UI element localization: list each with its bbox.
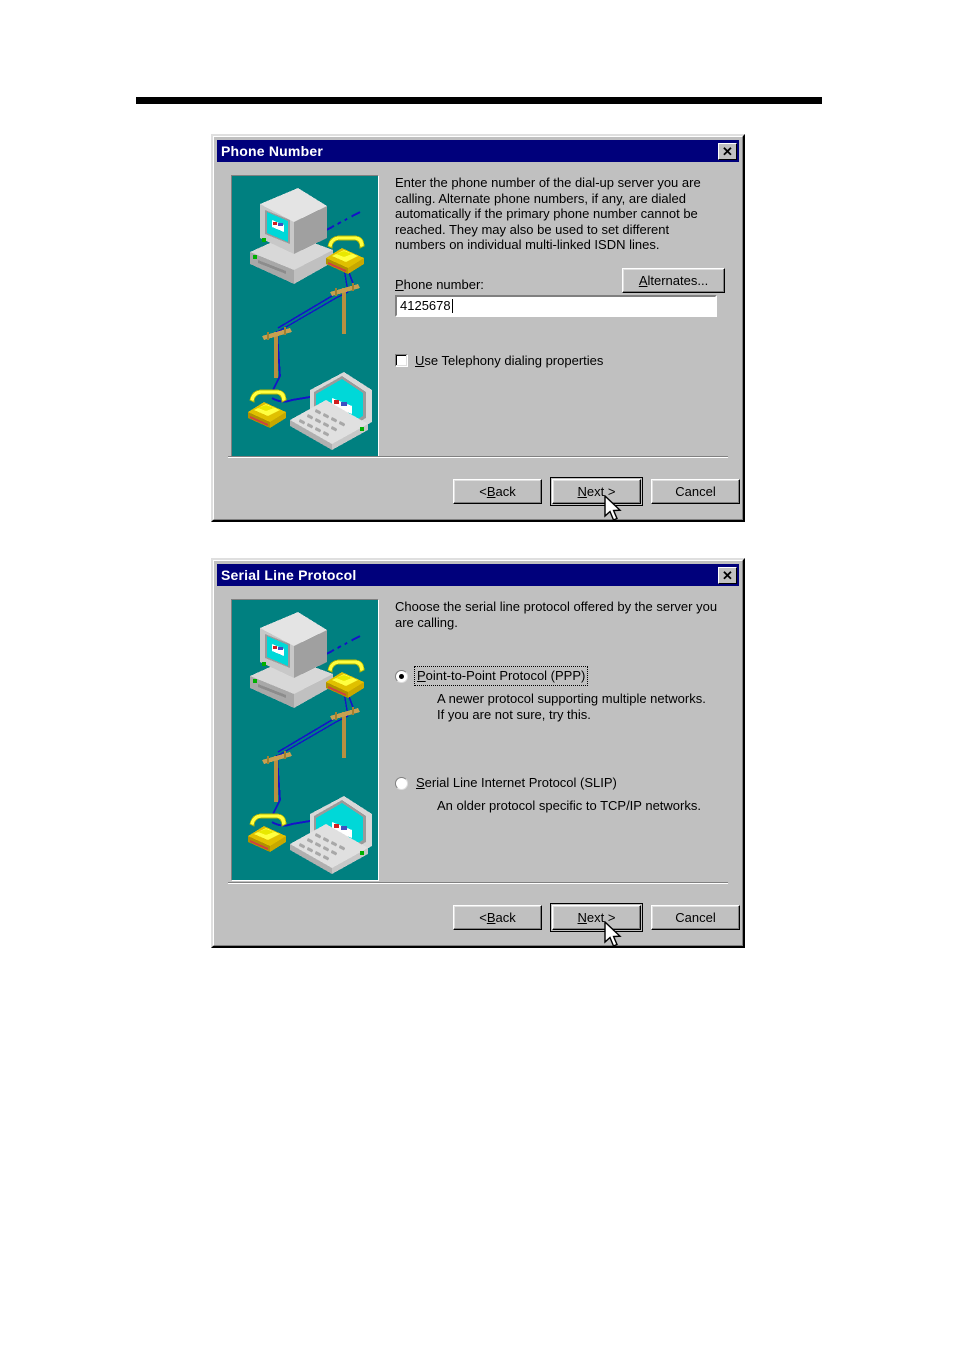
cancel-button[interactable]: Cancel [651,905,740,930]
radio-row-ppp[interactable]: Point-to-Point Protocol (PPP) [395,666,725,686]
close-glyph: ✕ [722,567,733,583]
close-icon[interactable]: ✕ [718,142,737,160]
text-caret [451,298,453,313]
illustration-panel [231,599,379,942]
next-button[interactable]: Next > [552,479,641,504]
dialup-network-illustration [231,599,379,881]
dialog-title: Phone Number [221,143,323,159]
next-button-default-frame: Next > [550,903,643,932]
accel-char: B [486,910,496,925]
dialup-network-illustration [231,175,379,457]
dialog-serial-line-protocol: Serial Line Protocol ✕ Choose the serial… [211,558,745,948]
radio-selected-dot [399,674,404,679]
phone-number-input[interactable]: 4125678 [395,294,717,317]
accel-char: U [415,353,425,368]
cancel-button[interactable]: Cancel [651,479,740,504]
footer-separator [228,456,728,458]
phone-number-value: 4125678 [400,298,451,313]
accel-char: P [417,668,426,683]
illustration-panel [231,175,379,516]
page-horizontal-rule [136,96,822,104]
wizard-button-bar: < Back Next > Cancel [453,903,740,932]
accel-char: P [395,276,404,292]
radio-description-slip: An older protocol specific to TCP/IP net… [437,798,701,813]
alternates-button[interactable]: Alternates... [622,268,725,293]
use-telephony-label: Use Telephony dialing properties [415,353,604,368]
close-icon[interactable]: ✕ [718,566,737,584]
radio-label-slip: Serial Line Internet Protocol (SLIP) [416,775,617,790]
accel-char: N [577,910,587,925]
back-button[interactable]: < Back [453,905,542,930]
radio-label-ppp: Point-to-Point Protocol (PPP) [413,666,589,686]
dialog-title: Serial Line Protocol [221,567,357,583]
radio-ppp[interactable] [395,670,408,683]
use-telephony-checkbox[interactable] [395,354,408,367]
titlebar-serial-line-protocol[interactable]: Serial Line Protocol ✕ [217,564,739,586]
radio-row-slip[interactable]: Serial Line Internet Protocol (SLIP) [395,775,725,791]
accel-char: N [577,484,587,499]
next-button-default-frame: Next > [550,477,643,506]
wizard-button-bar: < Back Next > Cancel [453,477,740,506]
use-telephony-dialing-properties-row[interactable]: Use Telephony dialing properties [395,353,603,368]
next-button[interactable]: Next > [552,905,641,930]
dialog-phone-number: Phone Number ✕ Enter the phone number of… [211,134,745,522]
accel-char: A [638,273,648,288]
accel-char: B [486,484,496,499]
titlebar-phone-number[interactable]: Phone Number ✕ [217,140,739,162]
radio-description-ppp: A newer protocol supporting multiple net… [437,691,706,722]
dialog-description: Choose the serial line protocol offered … [395,599,718,630]
protocol-radio-group: Point-to-Point Protocol (PPP) A newer pr… [395,666,725,814]
back-button[interactable]: < Back [453,479,542,504]
close-glyph: ✕ [722,143,733,159]
footer-separator [228,882,728,884]
dialog-description: Enter the phone number of the dial-up se… [395,175,701,252]
radio-slip[interactable] [395,777,408,790]
accel-char: S [416,775,425,790]
